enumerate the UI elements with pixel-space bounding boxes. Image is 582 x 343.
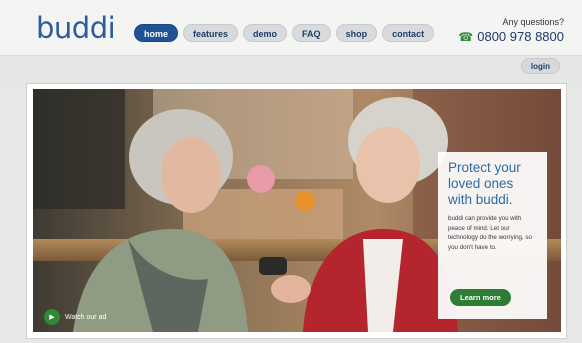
promo-title: Protect your loved ones with buddi. [448, 160, 521, 207]
nav-contact-button[interactable]: contact [382, 24, 435, 42]
questions-label: Any questions? [502, 17, 564, 27]
phone-number: ☎ 0800 978 8800 [458, 29, 564, 44]
site-header: buddi home features demo FAQ shop contac… [0, 0, 582, 56]
phone-number-text: 0800 978 8800 [477, 29, 564, 44]
login-button[interactable]: login [520, 58, 560, 74]
nav-faq-button[interactable]: FAQ [292, 24, 331, 42]
learn-more-button[interactable]: Learn more [450, 289, 511, 306]
nav-demo-button[interactable]: demo [243, 24, 288, 42]
watch-ad-link[interactable]: ▶ Watch our ad [44, 309, 106, 325]
nav-features-button[interactable]: features [183, 24, 239, 42]
nav-shop-button[interactable]: shop [335, 24, 378, 42]
main-nav: home features demo FAQ shop contact [134, 24, 435, 42]
phone-icon: ☎ [458, 29, 474, 44]
promo-body: buddi can provide you with peace of mind… [448, 215, 532, 251]
sub-bar [0, 57, 582, 83]
nav-home-button[interactable]: home [134, 24, 179, 42]
promo-panel: Protect your loved ones with buddi. budd… [438, 152, 547, 319]
buddi-logo[interactable]: buddi [36, 11, 116, 45]
watch-ad-label[interactable]: Watch our ad [65, 314, 106, 321]
play-icon[interactable]: ▶ [44, 309, 60, 325]
